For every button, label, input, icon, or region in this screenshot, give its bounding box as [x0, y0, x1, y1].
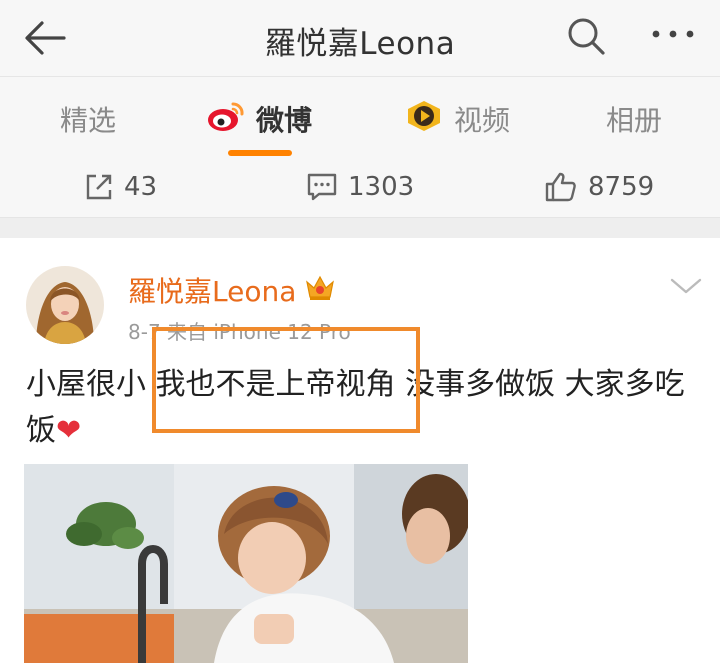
tab-album[interactable]: 相册 [606, 97, 662, 141]
chevron-down-icon [670, 278, 702, 294]
annotation-highlight-box [152, 327, 420, 433]
like-button[interactable]: 8759 [544, 165, 654, 209]
author-name: 羅悦嘉Leona [128, 275, 297, 308]
profile-tabs: 精选 微博 视频 相册 [0, 77, 720, 157]
crown-badge-icon [304, 272, 336, 309]
search-icon [568, 18, 605, 55]
tab-label: 微博 [256, 104, 313, 137]
post-text-before: 小屋很小 [26, 367, 156, 402]
tab-video[interactable]: 视频 [404, 97, 510, 141]
stats-bar: 43 1303 8759 [0, 157, 720, 217]
more-dots-icon [652, 30, 694, 38]
comment-icon [307, 173, 337, 201]
tab-weibo[interactable]: 微博 [206, 97, 312, 141]
avatar[interactable] [26, 266, 104, 344]
top-bar: 羅悦嘉Leona [0, 0, 720, 77]
tab-label: 视频 [454, 104, 511, 137]
heart-emoji: ❤ [56, 413, 82, 448]
section-divider [0, 217, 720, 238]
weibo-logo-icon [206, 99, 246, 140]
tab-label: 相册 [606, 104, 663, 137]
post-author[interactable]: 羅悦嘉Leona [128, 270, 336, 310]
video-play-icon [404, 99, 444, 140]
post-menu-button[interactable] [668, 274, 704, 298]
thumbs-up-icon [545, 172, 576, 202]
repost-count: 43 [124, 172, 158, 202]
more-button[interactable] [644, 12, 704, 60]
repost-button[interactable]: 43 [84, 165, 157, 209]
like-count: 8759 [588, 172, 655, 202]
active-tab-indicator [228, 150, 292, 156]
post-image[interactable] [24, 464, 468, 663]
page-title: 羅悦嘉Leona [264, 26, 456, 62]
comment-button[interactable]: 1303 [306, 165, 414, 209]
tab-featured[interactable]: 精选 [60, 97, 116, 141]
share-icon [86, 174, 112, 200]
tab-label: 精选 [60, 104, 117, 137]
search-button[interactable] [560, 12, 612, 60]
comment-count: 1303 [348, 172, 415, 202]
